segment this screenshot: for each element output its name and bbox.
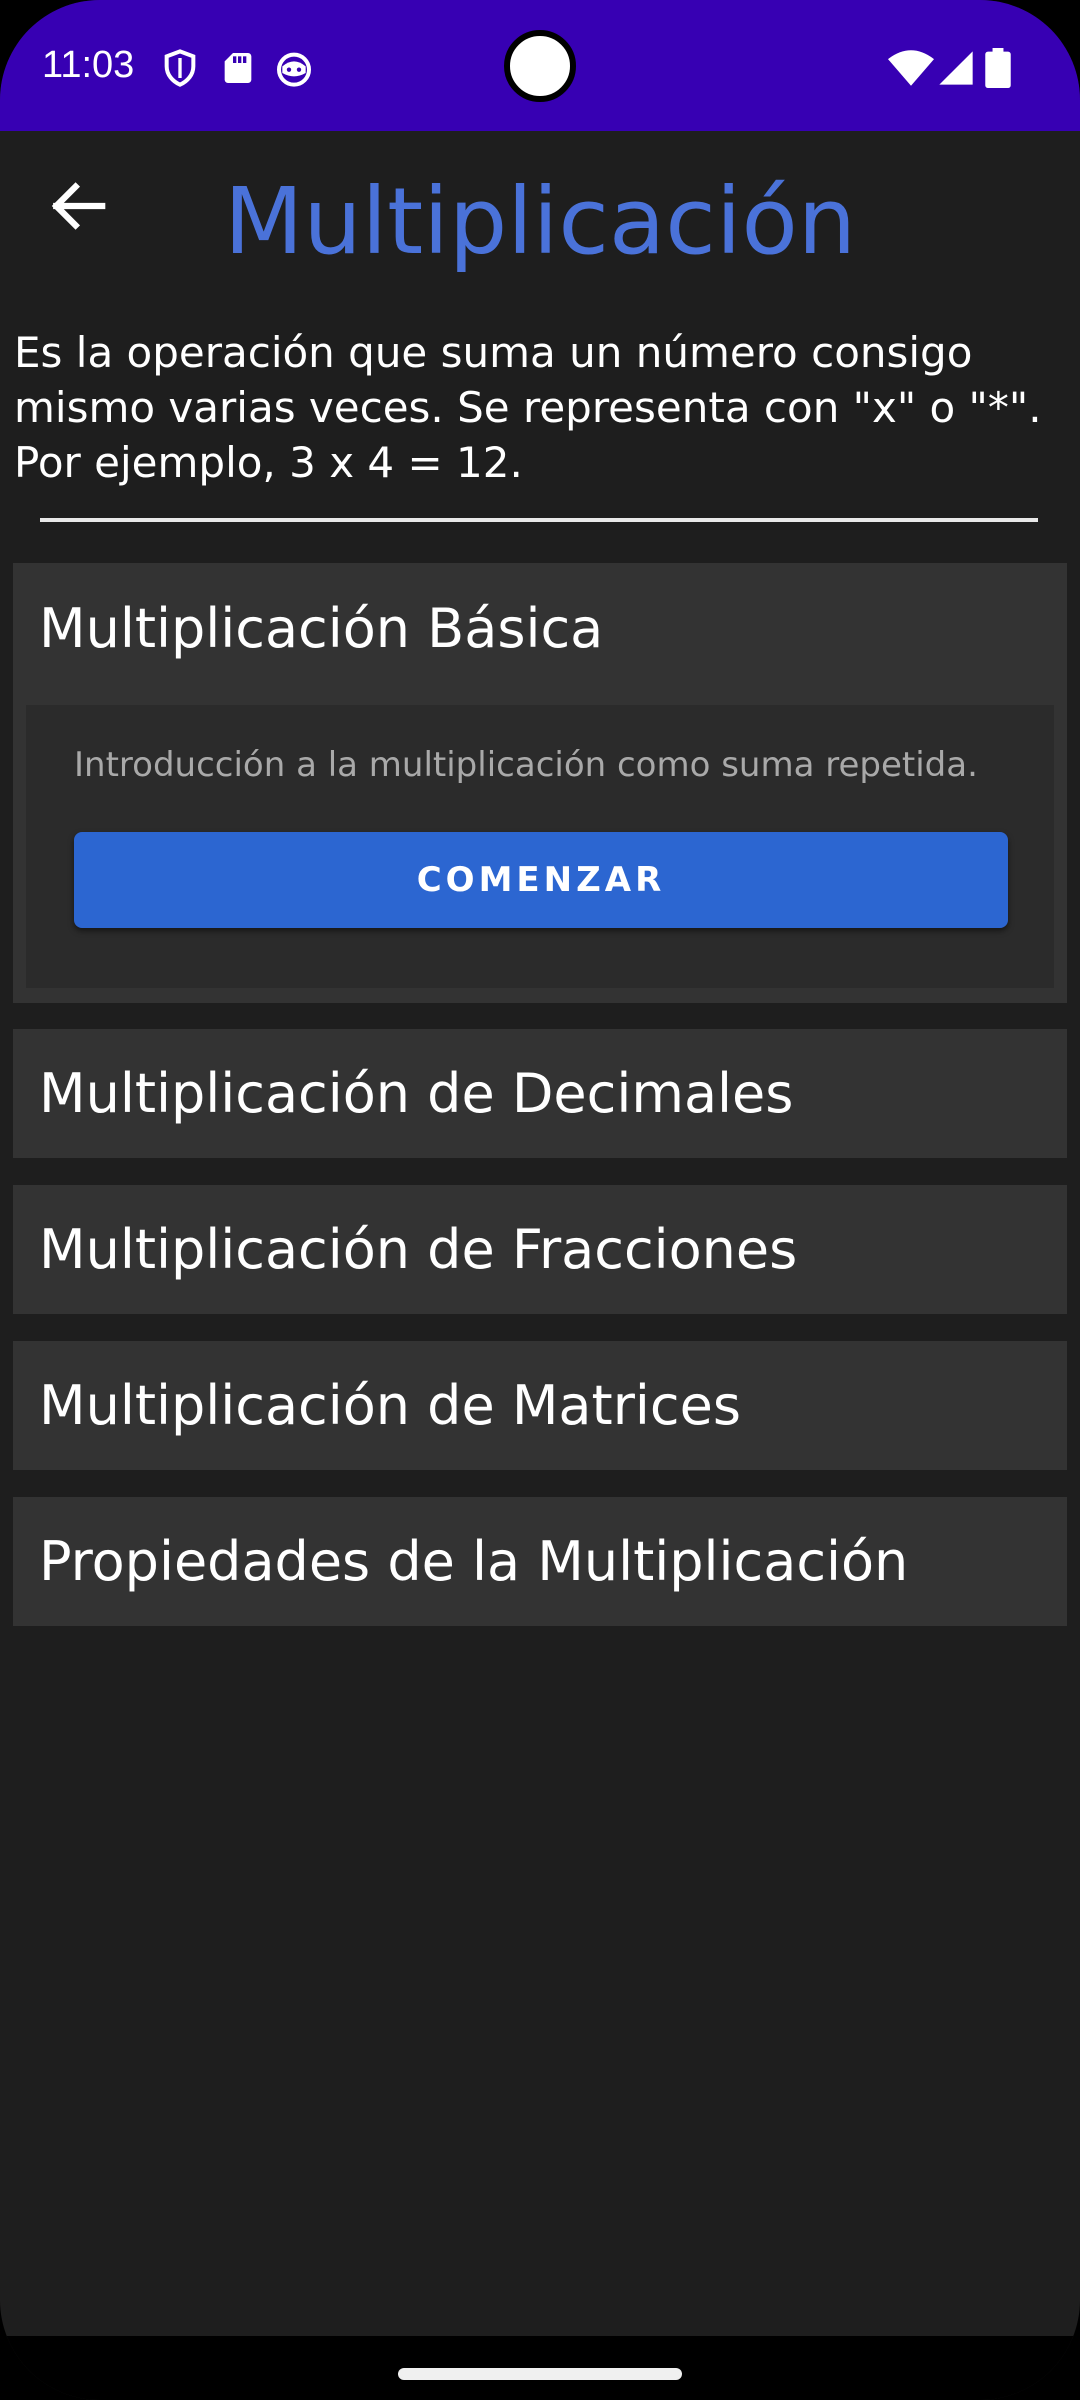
phone-screen: 11:03 Multiplicación Es la operación que… — [0, 0, 1080, 2400]
home-indicator[interactable] — [398, 2368, 682, 2380]
section-title: Multiplicación Básica — [39, 597, 604, 660]
page-title: Multiplicación — [223, 168, 857, 275]
wifi-icon — [888, 48, 934, 88]
section-content-panel: Introducción a la multiplicación como su… — [26, 705, 1054, 988]
section-content-text: Introducción a la multiplicación como su… — [74, 745, 978, 785]
robot-icon — [274, 48, 314, 88]
section-title: Multiplicación de Decimales — [39, 1062, 794, 1125]
start-button[interactable]: COMENZAR — [74, 832, 1008, 928]
battery-icon — [984, 48, 1012, 88]
section-title: Multiplicación de Fracciones — [39, 1218, 798, 1281]
section-propiedades-multiplicacion[interactable]: Propiedades de la Multiplicación — [13, 1497, 1067, 1626]
section-multiplicacion-decimales[interactable]: Multiplicación de Decimales — [13, 1029, 1067, 1158]
divider — [40, 518, 1038, 522]
topic-description: Es la operación que suma un número consi… — [14, 328, 1042, 487]
camera-cutout — [504, 30, 576, 102]
signal-icon — [936, 48, 976, 88]
section-multiplicacion-fracciones[interactable]: Multiplicación de Fracciones — [13, 1185, 1067, 1314]
section-title: Multiplicación de Matrices — [39, 1374, 741, 1437]
status-bar: 11:03 — [0, 0, 1080, 131]
shield-icon — [160, 48, 200, 88]
status-time: 11:03 — [42, 44, 135, 86]
sd-card-icon — [218, 48, 258, 88]
section-title: Propiedades de la Multiplicación — [39, 1530, 909, 1593]
section-multiplicacion-matrices[interactable]: Multiplicación de Matrices — [13, 1341, 1067, 1470]
